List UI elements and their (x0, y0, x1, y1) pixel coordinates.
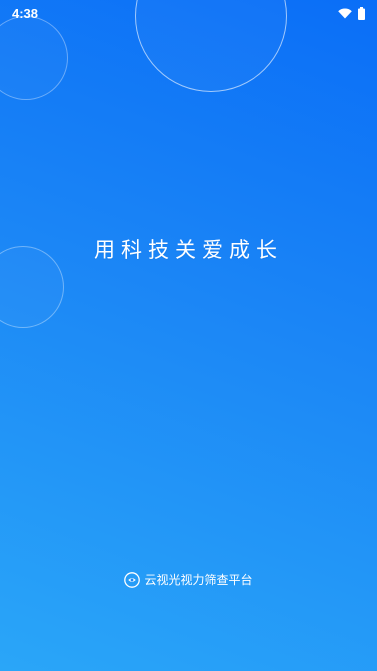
wifi-icon (338, 7, 352, 19)
eye-logo-icon (124, 571, 141, 588)
brand-name: 云视光视力筛查平台 (144, 573, 253, 587)
brand-footer: 云视光视力筛查平台 (0, 571, 377, 588)
status-bar: 4:38 (0, 0, 377, 26)
splash-screen: 4:38 用科技关爱成长 云视光视力筛查平台 (0, 0, 377, 671)
battery-icon (358, 6, 365, 20)
slogan-text: 用科技关爱成长 (94, 238, 283, 262)
status-time: 4:38 (12, 5, 39, 21)
decorative-circle-small-top (0, 16, 68, 100)
status-icons (338, 6, 365, 20)
